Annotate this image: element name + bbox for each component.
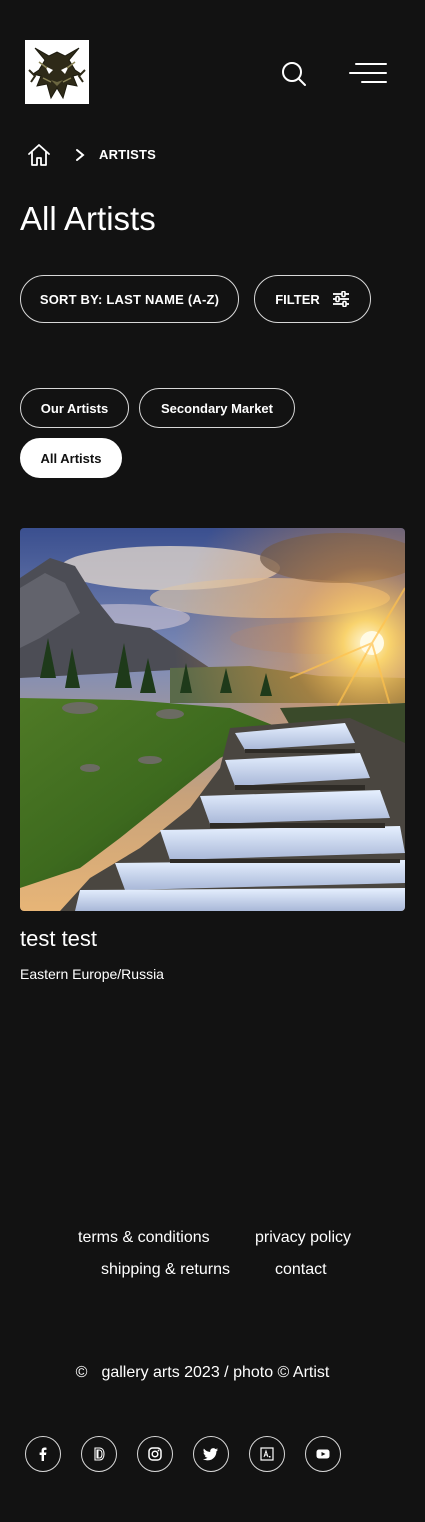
tab-secondary-market[interactable]: Secondary Market [139, 388, 295, 428]
footer-link-terms[interactable]: terms & conditions [78, 1229, 210, 1247]
filter-button[interactable]: FILTER [254, 275, 371, 323]
artist-name[interactable]: test test [20, 926, 97, 952]
wolf-head-logo-icon [25, 40, 89, 104]
copyright: © gallery arts 2023 / photo © Artist [0, 1364, 405, 1382]
menu-button[interactable] [348, 60, 388, 86]
tab-label: Our Artists [40, 400, 109, 416]
instagram-link[interactable] [137, 1436, 173, 1472]
artstation-icon [260, 1447, 274, 1461]
deviantart-icon [94, 1447, 105, 1461]
filter-label: FILTER [275, 291, 320, 307]
artist-card[interactable]: test test Eastern Europe/Russia [20, 528, 405, 988]
instagram-icon [148, 1447, 162, 1461]
artstation-link[interactable] [249, 1436, 285, 1472]
breadcrumb-current: ARTISTS [99, 147, 157, 162]
footer-link-contact[interactable]: contact [275, 1261, 327, 1279]
tab-label: Secondary Market [161, 400, 273, 416]
page-title: All Artists [20, 200, 156, 237]
search-icon [282, 62, 306, 86]
footer-link-privacy[interactable]: privacy policy [255, 1229, 351, 1247]
copyright-symbol: © [75, 1364, 88, 1381]
tab-all-artists[interactable]: All Artists [20, 438, 122, 478]
copyright-text: gallery arts 2023 / photo © Artist [101, 1364, 330, 1381]
sort-label: SORT BY: LAST NAME (A-Z) [39, 291, 220, 307]
twitter-link[interactable] [193, 1436, 229, 1472]
sliders-icon [332, 291, 349, 307]
hamburger-menu-icon [349, 63, 387, 83]
site-header [0, 0, 425, 120]
youtube-icon [316, 1449, 330, 1459]
wolf-head-logo[interactable] [25, 40, 89, 104]
home-icon [28, 144, 50, 166]
deviantart-link[interactable] [81, 1436, 117, 1472]
chevron-right-icon [74, 148, 86, 162]
footer-link-shipping[interactable]: shipping & returns [101, 1261, 230, 1279]
breadcrumb: ARTISTS [26, 142, 326, 170]
tab-our-artists[interactable]: Our Artists [20, 388, 129, 428]
twitter-icon [203, 1448, 218, 1461]
artist-region: Eastern Europe/Russia [20, 966, 164, 982]
tab-label: All Artists [40, 450, 102, 466]
artist-image[interactable] [20, 528, 405, 911]
facebook-link[interactable] [25, 1436, 61, 1472]
home-breadcrumb-link[interactable] [26, 142, 52, 168]
facebook-icon [39, 1447, 47, 1461]
sort-button[interactable]: SORT BY: LAST NAME (A-Z) [20, 275, 239, 323]
search-button[interactable] [280, 60, 308, 88]
youtube-link[interactable] [305, 1436, 341, 1472]
